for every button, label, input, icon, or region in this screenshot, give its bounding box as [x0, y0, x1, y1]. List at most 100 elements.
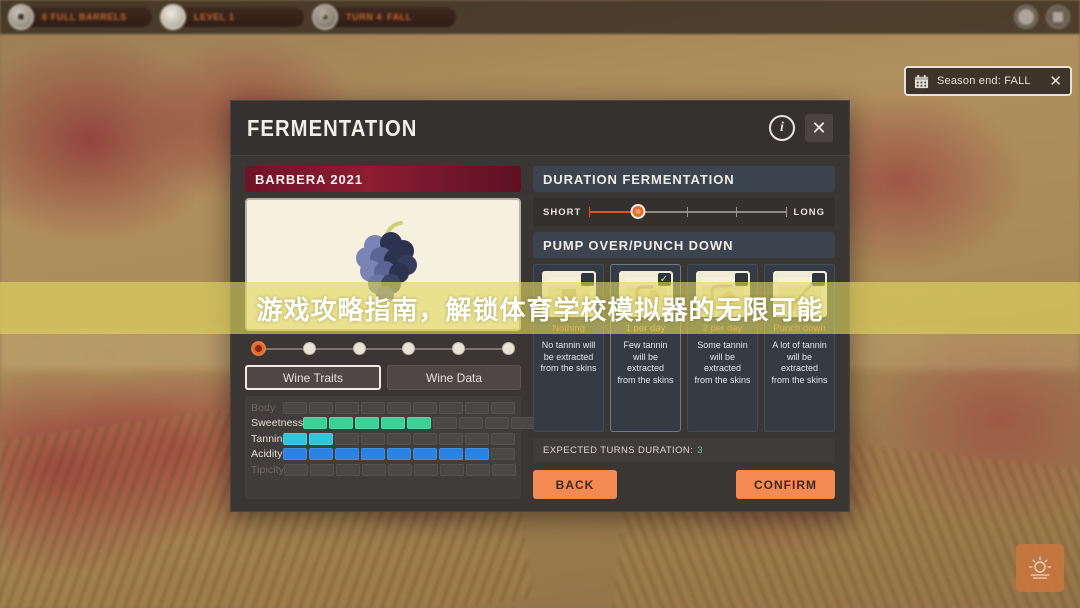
expected-turns-value: 3 [697, 444, 703, 456]
hud-resource-turn[interactable]: ◕ TURN 4 FALL [312, 4, 456, 30]
trait-row: Tannin [251, 431, 515, 447]
trait-cell [283, 432, 307, 445]
expected-turns-row: EXPECTED TURNS DURATION: 3 [533, 438, 835, 462]
trait-row: Acidity [251, 447, 515, 463]
slider-track[interactable] [589, 204, 787, 220]
trait-cell [388, 463, 413, 476]
step-dot-6[interactable] [501, 341, 515, 355]
duration-slider[interactable]: SHORT LONG [533, 198, 835, 226]
season-end-toast[interactable]: Season end: FALL ✕ [904, 66, 1072, 96]
menu-button[interactable] [1046, 5, 1070, 29]
trait-cell [413, 432, 437, 445]
trait-cell [413, 401, 437, 414]
step-indicator [245, 337, 521, 359]
calendar-icon: ◕ [312, 4, 338, 30]
trait-cells-body [283, 401, 515, 414]
trait-cell [309, 401, 333, 414]
sun-icon [1028, 556, 1052, 579]
trait-cells-tipicity [284, 463, 517, 476]
step-dot-3[interactable] [352, 341, 366, 355]
trait-cell [485, 417, 510, 430]
trait-cell [491, 401, 515, 414]
close-icon[interactable]: ✕ [805, 114, 833, 142]
dialog-header-actions: i ✕ [769, 114, 833, 142]
trait-cells-sweetness [303, 417, 536, 430]
trait-label-body: Body [251, 401, 276, 414]
toast-label: Season end: FALL [937, 75, 1031, 87]
trait-cell [465, 432, 489, 445]
trait-cell [283, 401, 307, 414]
slider-knob[interactable] [630, 204, 646, 219]
hud-turn-value: FALL [387, 12, 413, 22]
duration-section-title: DURATION FERMENTATION [533, 166, 835, 192]
trait-cell [361, 432, 385, 445]
step-dot-2[interactable] [302, 341, 316, 355]
trait-cell [433, 417, 458, 430]
close-icon[interactable]: ✕ [1049, 74, 1062, 89]
trait-cell [335, 401, 359, 414]
trait-cell [491, 448, 515, 461]
dialog-header: FERMENTATION i ✕ [231, 101, 849, 156]
top-hud-bar: ■ 6 FULL BARRELS LEVEL 1 ◕ TURN 4 FALL [0, 0, 1080, 34]
trait-cell [355, 417, 380, 430]
trait-label-sweetness: Sweetness [251, 417, 304, 430]
info-icon[interactable]: i [769, 115, 795, 141]
hud-resource-level[interactable]: LEVEL 1 [160, 4, 304, 30]
step-dot-5[interactable] [452, 341, 466, 355]
trait-cell [414, 463, 439, 476]
card-description: No tannin will be extracted from the ski… [540, 340, 597, 374]
slider-tick-5 [785, 207, 787, 217]
trait-cells-tannin [283, 432, 515, 445]
trait-cell [387, 432, 411, 445]
trait-cell [329, 417, 354, 430]
hud-barrels-label: 6 FULL BARRELS [22, 7, 152, 27]
trait-cell [362, 463, 387, 476]
tab-wine-traits[interactable]: Wine Traits [245, 365, 381, 390]
trait-label-tipicity: Tipicity [251, 463, 285, 476]
weather-button[interactable] [1016, 544, 1064, 592]
trait-cell [387, 401, 411, 414]
trait-cell [459, 417, 484, 430]
trait-cells-acidity [283, 448, 515, 461]
wine-name-banner: BARBERA 2021 [245, 166, 521, 192]
tab-wine-data[interactable]: Wine Data [387, 365, 521, 390]
trait-cell [440, 463, 465, 476]
page-title: FERMENTATION [247, 114, 418, 141]
trait-cell [310, 463, 335, 476]
hud-resource-barrels[interactable]: ■ 6 FULL BARRELS [8, 4, 152, 30]
slider-tick-1 [589, 207, 591, 217]
trait-cell [309, 448, 333, 461]
coin-icon: ■ [8, 4, 34, 30]
wine-traits-table: Body Sweetness Tannin Acidity Tipicity [245, 396, 536, 499]
trait-cell [465, 448, 489, 461]
trait-row: Sweetness [251, 416, 536, 432]
step-dot-4[interactable] [402, 341, 416, 355]
back-button[interactable]: BACK [533, 470, 617, 499]
pump-section-title: PUMP OVER/PUNCH DOWN [533, 232, 835, 258]
trait-cell [283, 448, 307, 461]
trait-cell [439, 401, 463, 414]
trait-cell [439, 432, 463, 445]
confirm-button[interactable]: CONFIRM [736, 470, 835, 499]
hud-right-buttons [1014, 5, 1080, 29]
trait-cell [511, 417, 536, 430]
slider-tick-4 [736, 207, 738, 217]
settings-button[interactable] [1014, 5, 1038, 29]
hud-level-label: LEVEL 1 [174, 7, 304, 27]
step-dot-1[interactable] [251, 340, 266, 356]
trait-cell [465, 401, 489, 414]
trait-cell [466, 463, 491, 476]
trait-cell [413, 448, 437, 461]
trait-label-acidity: Acidity [251, 448, 283, 461]
trait-label-tannin: Tannin [251, 432, 283, 445]
wine-tabs: Wine Traits Wine Data [245, 365, 521, 390]
promo-banner: 游戏攻略指南，解锁体育学校模拟器的无限可能 [0, 282, 1080, 334]
trait-cell [361, 448, 385, 461]
trait-cell [335, 448, 359, 461]
hud-turn-text: TURN 4 [346, 12, 383, 22]
step-line [259, 348, 507, 350]
card-description: Few tannin will be extracted from the sk… [617, 340, 674, 385]
card-description: Some tannin will be extracted from the s… [694, 340, 751, 385]
trait-cell [439, 448, 463, 461]
promo-banner-text: 游戏攻略指南，解锁体育学校模拟器的无限可能 [256, 295, 824, 326]
